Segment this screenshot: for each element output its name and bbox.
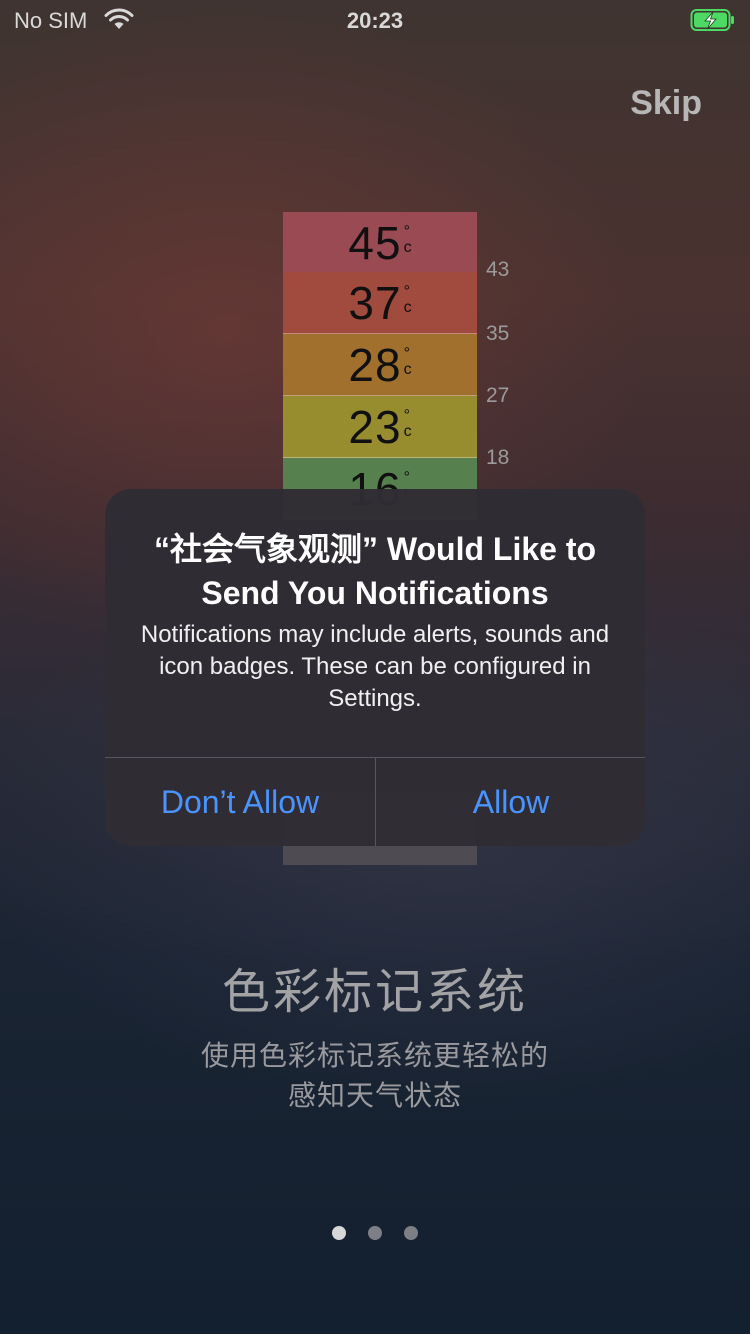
scale-band: 37 ° c (283, 272, 477, 334)
onboarding-subtext: 使用色彩标记系统更轻松的 感知天气状态 (0, 1036, 750, 1116)
onboarding-subtext-line: 感知天气状态 (287, 1080, 462, 1111)
skip-button[interactable]: Skip (630, 84, 702, 123)
onboarding-heading: 色彩标记系统 (221, 966, 528, 1019)
onboarding-subtext-line: 使用色彩标记系统更轻松的 (200, 1040, 549, 1071)
dont-allow-button[interactable]: Don’t Allow (105, 758, 375, 846)
unit-label: c (403, 239, 412, 256)
alert-title: “社会气象观测” Would Like to Send You Notifica… (153, 531, 597, 611)
degree-sign: ° (403, 345, 410, 362)
degree-sign: ° (403, 469, 410, 486)
status-time: 20:23 (346, 8, 404, 33)
unit-label: c (403, 299, 412, 316)
band-value: 23 (348, 401, 402, 453)
page-indicator (0, 1226, 750, 1245)
degree-sign: ° (403, 283, 410, 300)
battery-charging-icon (690, 8, 736, 38)
band-value: 28 (348, 339, 402, 391)
band-value: 45 (348, 217, 402, 269)
scale-tick-label: 27 (486, 384, 510, 407)
degree-sign: ° (403, 223, 410, 240)
page-dot[interactable] (368, 1226, 382, 1240)
notification-permission-alert: “社会气象观测” Would Like to Send You Notifica… (105, 489, 645, 846)
alert-message: Notifications may include alerts, sounds… (140, 621, 610, 712)
allow-button[interactable]: Allow (376, 758, 645, 846)
scale-tick-label: 18 (486, 446, 510, 469)
page-dot[interactable] (404, 1226, 418, 1240)
page-dot[interactable] (332, 1226, 346, 1240)
unit-label: c (403, 361, 412, 378)
scale-band: 23 ° c (283, 396, 477, 458)
status-bar: No SIM 20:23 (0, 0, 750, 40)
degree-sign: ° (403, 407, 410, 424)
band-value: 37 (348, 277, 402, 329)
scale-tick-label: 35 (486, 322, 510, 345)
scale-tick-label: 43 (486, 258, 510, 281)
unit-label: c (403, 423, 412, 440)
scale-band: 45 ° c (283, 212, 477, 274)
scale-band: 28 ° c (283, 334, 477, 396)
